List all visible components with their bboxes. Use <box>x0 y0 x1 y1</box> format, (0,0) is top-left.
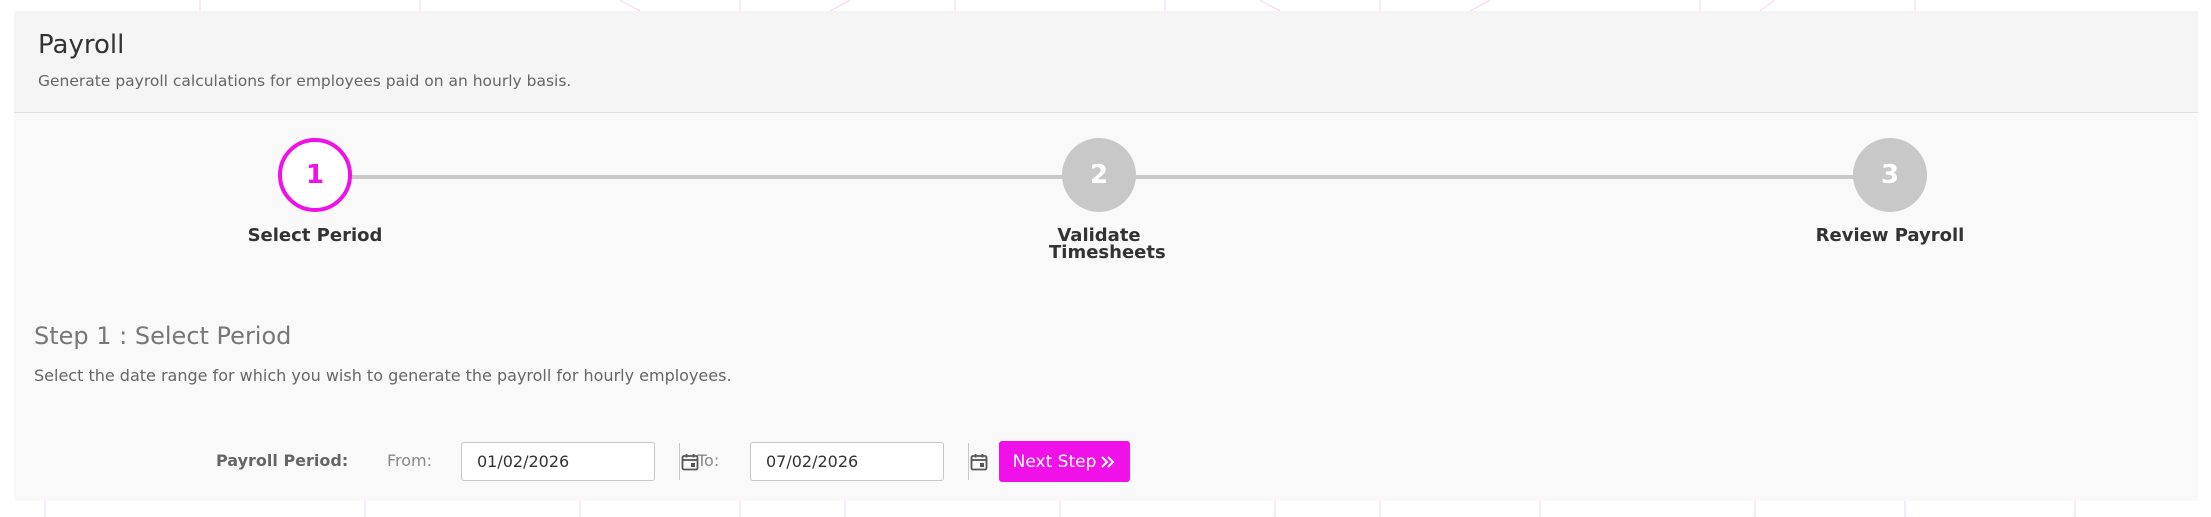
step-1-circle[interactable]: 1 <box>278 138 352 212</box>
step-3-number: 3 <box>1880 160 1900 190</box>
step-wizard: 1 Select Period 2 Validate Timesheets 3 … <box>14 11 2198 311</box>
calendar-icon <box>970 453 988 470</box>
to-calendar-button[interactable] <box>968 443 989 480</box>
to-date-group <box>750 442 988 481</box>
step-2-circle[interactable]: 2 <box>1062 138 1136 212</box>
step-1-number: 1 <box>305 160 325 190</box>
double-chevron-right-icon <box>1101 455 1115 468</box>
payroll-period-form: Payroll Period: From: To: <box>14 441 2198 483</box>
section-title: Step 1 : Select Period <box>34 322 292 350</box>
step-3-label: Review Payroll <box>1815 225 1965 246</box>
step-2-label: Validate Timesheets <box>1049 225 1166 263</box>
next-step-label: Next Step <box>1012 451 1097 472</box>
section-description: Select the date range for which you wish… <box>34 366 732 385</box>
step-connector-1-2 <box>314 175 1114 179</box>
from-date-input[interactable] <box>462 443 679 480</box>
payroll-period-label: Payroll Period: <box>216 451 349 470</box>
from-label: From: <box>387 451 433 470</box>
step-connector-2-3 <box>1098 175 1898 179</box>
step-3-circle[interactable]: 3 <box>1853 138 1927 212</box>
to-date-input[interactable] <box>751 443 968 480</box>
next-step-button[interactable]: Next Step <box>999 441 1130 482</box>
payroll-panel: Payroll Generate payroll calculations fo… <box>14 11 2198 501</box>
step-1-label: Select Period <box>247 225 383 246</box>
from-date-group <box>461 442 699 481</box>
step-2-number: 2 <box>1089 160 1109 190</box>
to-label: To: <box>697 451 720 470</box>
